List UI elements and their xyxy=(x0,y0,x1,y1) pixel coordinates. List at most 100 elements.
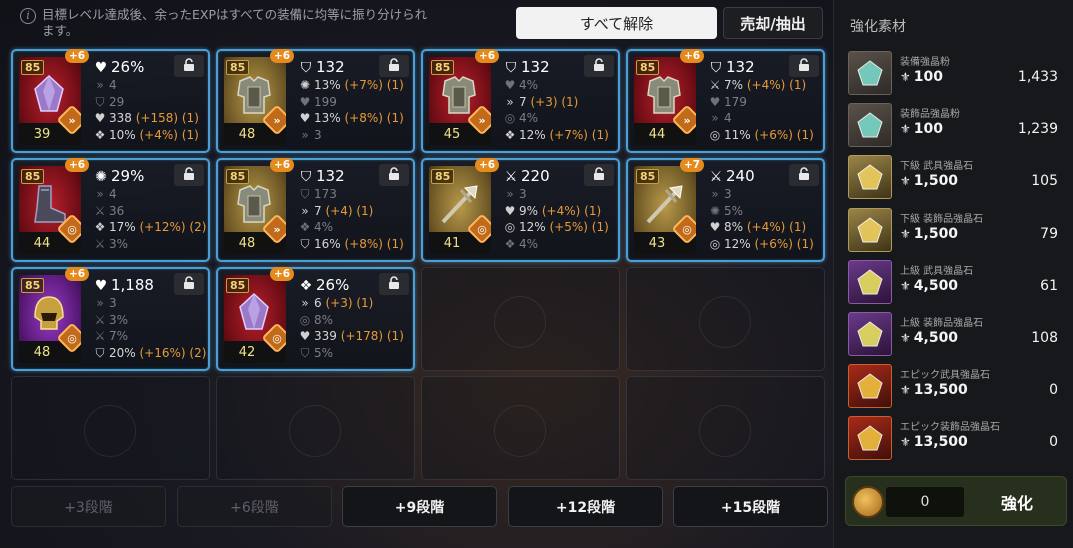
material-row[interactable]: 装飾品強晶粉 ⚜ 100 1,239 xyxy=(846,100,1068,148)
sub-stat-icon: » xyxy=(301,296,309,310)
lock-toggle[interactable] xyxy=(379,164,409,186)
equipment-slot[interactable]: 85 43 ◎ +7 ⚔ 240» 3 ✺ 5% ♥ 8% (+4%) (1) ◎ 12% (+6%) … xyxy=(626,158,825,262)
sub-stat-icon: ⛉ xyxy=(300,345,310,360)
level-tag: 85 xyxy=(21,60,45,75)
material-row[interactable]: 下級 武具強晶石 ⚜ 1,500 105 xyxy=(846,152,1068,200)
sub-stat: ⛉ 29 xyxy=(93,94,177,111)
main-stat-icon: ❖ xyxy=(299,278,313,294)
stat-list: ⚔ 240» 3 ✺ 5% ♥ 8% (+4%) (1) ◎ 12% (+6%) (1) xyxy=(708,166,814,253)
tier-button[interactable]: +15段階 xyxy=(673,486,828,527)
enhance-level-tag: +6 xyxy=(270,49,295,63)
lock-toggle[interactable] xyxy=(584,164,614,186)
equipment-thumbnail: 85 39 » xyxy=(19,57,81,145)
sub-stat-value: 199 xyxy=(314,94,337,109)
equipment-slot[interactable]: 85 48» +6 ⛉ 132 ✺ 13% (+7%) (1) ♥ 199 ♥ 13% (+8%) … xyxy=(216,49,415,153)
level-tag: 85 xyxy=(21,169,45,184)
sub-stat-value: 4% xyxy=(519,236,539,251)
material-panel: 強化素材 装備強晶粉 ⚜ 100 1,433 装飾品強晶粉 ⚜ 100 1,239 下級 武具強… xyxy=(833,0,1073,548)
release-all-button[interactable]: すべて解除 xyxy=(516,7,717,39)
main-stat-value: 26% xyxy=(111,58,145,76)
material-row[interactable]: 下級 装飾品強晶石 ⚜ 1,500 79 xyxy=(846,205,1068,253)
material-row[interactable]: 上級 武具強晶石 ⚜ 4,500 61 xyxy=(846,257,1068,305)
main-stat-icon: ⚔ xyxy=(504,169,518,185)
lock-toggle[interactable] xyxy=(379,55,409,77)
material-gem-icon xyxy=(848,103,892,148)
sub-stat-bonus: (+3) (1) xyxy=(325,296,374,310)
material-row[interactable]: エピック装飾品強晶石 ⚜ 13,500 0 xyxy=(846,413,1068,461)
material-gem-icon xyxy=(848,155,892,200)
sub-stat-icon: » xyxy=(96,78,104,92)
lock-toggle[interactable] xyxy=(174,164,204,186)
item-level: 48 xyxy=(238,236,256,251)
tier-button[interactable]: +12段階 xyxy=(508,486,663,527)
lock-toggle[interactable] xyxy=(174,273,204,295)
coin-icon xyxy=(852,486,884,518)
enhance-button[interactable]: 強化 xyxy=(970,482,1064,522)
equipment-slot[interactable]: 85 41 ◎ +6 ⚔ 220» 3 ♥ 9% (+4%) (1) ◎ 12% (+5%) (1)… xyxy=(421,158,620,262)
sub-stat: ♥ 13% (+8%) (1) xyxy=(298,110,404,127)
sub-stat: ◎ 12% (+6%) (1) xyxy=(708,236,814,253)
sub-stat-bonus: (+8%) (1) xyxy=(344,236,404,251)
sub-stat: » 4 xyxy=(708,110,792,127)
tier-button[interactable]: +9段階 xyxy=(342,486,497,527)
equipment-slot[interactable]: 85 44 ◎ +6 ✺ 29%» 4 ⚔ 36 ❖ 17% (+12%) (2) ⚔ 3% xyxy=(11,158,210,262)
sub-stat-value: 20% xyxy=(109,345,136,360)
material-row[interactable]: エピック武具強晶石 ⚜ 13,500 0 xyxy=(846,361,1068,409)
equipment-slot[interactable]: 85 48» +6 ⛉ 132 ⛉ 173» 7 (+4) (1) ❖ 4% ⛉ 16% (+8%) … xyxy=(216,158,415,262)
lock-toggle[interactable] xyxy=(379,273,409,295)
enhance-level-tag: +6 xyxy=(270,158,295,172)
unlock-icon xyxy=(387,166,401,185)
material-exp: ⚜ 13,500 xyxy=(900,434,968,450)
sub-stat-icon: ♥ xyxy=(709,94,721,109)
sub-stat-icon: ❖ xyxy=(94,220,106,234)
sub-stat: ⛉ 16% (+8%) (1) xyxy=(298,236,403,253)
sub-stat-value: 338 xyxy=(109,111,132,125)
equipment-thumbnail: 85 44 » xyxy=(634,57,696,145)
material-row[interactable]: 装備強晶粉 ⚜ 100 1,433 xyxy=(846,48,1068,96)
lock-toggle[interactable] xyxy=(584,55,614,77)
sub-stat-bonus: (+12%) (2) xyxy=(139,220,207,234)
sub-stat: ✺ 5% xyxy=(708,203,792,220)
set-badge-glyph: » xyxy=(478,113,486,127)
equipment-slot[interactable]: 85 42 ◎ +6 ❖ 26%» 6 (+3) (1) ◎ 8% ♥ 339 (+178) (1)… xyxy=(216,267,415,371)
level-tag: 85 xyxy=(226,60,250,75)
sub-stat-icon: ⚔ xyxy=(94,312,106,327)
material-quantity: 1,239 xyxy=(1017,121,1058,138)
unlock-icon xyxy=(182,57,196,76)
exp-icon: ⚜ xyxy=(900,122,911,137)
lock-toggle[interactable] xyxy=(789,164,819,186)
main-stat-icon: ♥ xyxy=(94,60,108,76)
main-stat-value: 132 xyxy=(521,58,550,76)
sub-stat: ♥ 339 (+178) (1) xyxy=(298,328,404,345)
sub-stat-icon: » xyxy=(711,187,719,201)
level-tag: 85 xyxy=(226,169,250,184)
equipment-slot[interactable]: 85 39» +6 ♥ 26%» 4 ⛉ 29 ♥ 338 (+158) (1) ❖ 10% (+4%… xyxy=(11,49,210,153)
lock-toggle[interactable] xyxy=(174,55,204,77)
sell-extract-button[interactable]: 売却/抽出 xyxy=(723,7,823,39)
sub-stat-bonus: (+5%) (1) xyxy=(549,220,609,234)
equipment-slot[interactable]: 85 44» +6 ⛉ 132 ⚔ 7% (+4%) (1) ♥ 179» 4 ◎ 11% (+6%)… xyxy=(626,49,825,153)
sub-stat-icon: ⛉ xyxy=(95,345,105,360)
lock-toggle[interactable] xyxy=(789,55,819,77)
info-icon: i xyxy=(20,8,36,24)
tier-button: +6段階 xyxy=(177,486,332,527)
empty-slot xyxy=(421,267,620,371)
sub-stat-value: 9% xyxy=(519,203,539,218)
sub-stat-value: 173 xyxy=(314,187,337,201)
main-stat-value: 26% xyxy=(316,276,350,294)
equipment-slot[interactable]: 85 48 ◎ +6 ♥ 1,188» 3 ⚔ 3% ⚔ 7% ⛉ 20% (+16%) (2) xyxy=(11,267,210,371)
sub-stat-icon: ⛉ xyxy=(95,94,105,109)
material-quantity: 108 xyxy=(1031,330,1058,346)
sub-stat: ⛉ 173 xyxy=(298,186,382,203)
sub-stat: » 3 xyxy=(298,127,382,144)
material-name: エピック武具強晶石 xyxy=(900,370,990,382)
sub-stat-icon: ❖ xyxy=(504,127,516,142)
sub-stat-value: 5% xyxy=(314,345,334,360)
sub-stat-icon: ♥ xyxy=(94,111,106,125)
main-stat: ⛉ 132 xyxy=(298,57,382,77)
material-name: 装備強晶粉 xyxy=(900,57,950,68)
main-stat: ⚔ 220 xyxy=(503,166,587,186)
equipment-slot[interactable]: 85 45» +6 ⛉ 132 ♥ 4%» 7 (+3) (1) ◎ 4% ❖ 12% (+7%) (… xyxy=(421,49,620,153)
exp-icon: ⚜ xyxy=(900,174,911,189)
material-row[interactable]: 上級 装飾品強晶石 ⚜ 4,500 108 xyxy=(846,309,1068,357)
